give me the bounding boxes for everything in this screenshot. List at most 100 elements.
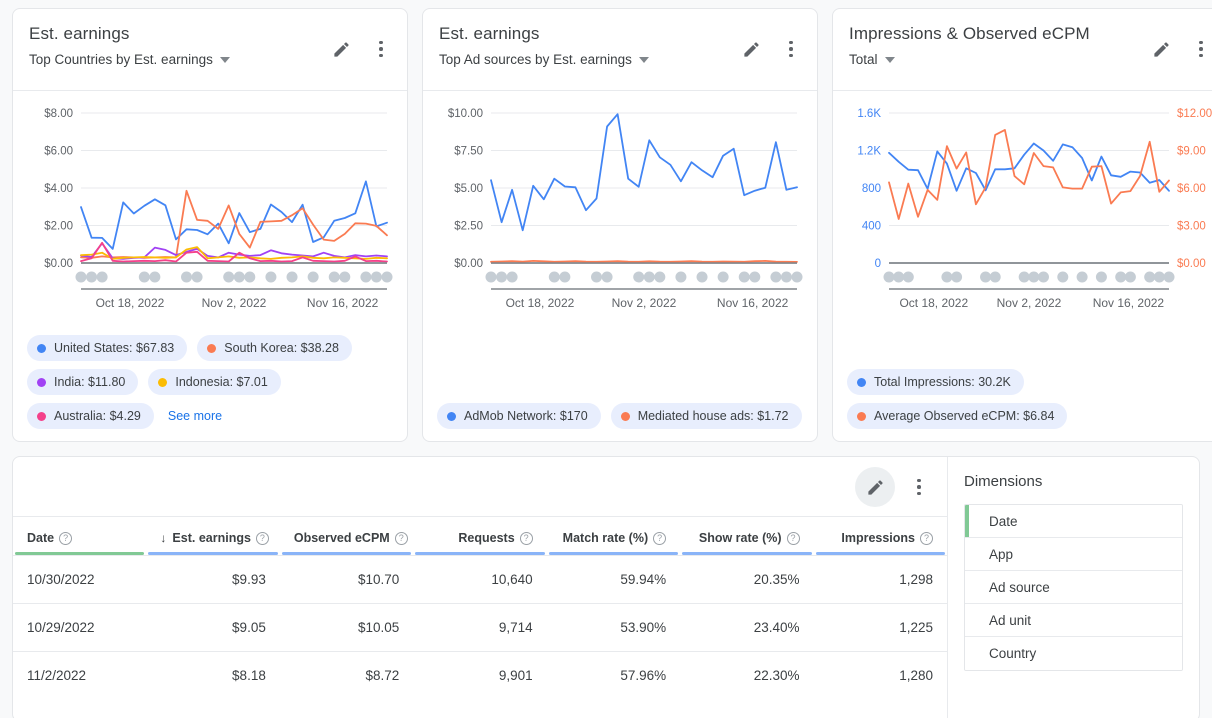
table-cell: $9.93 [146,556,279,604]
x-axis-tick-label: Nov 2, 2022 [997,296,1062,310]
card-menu-button[interactable] [777,35,805,63]
y-axis-tick-label: $6.00 [44,146,73,158]
legend-chip[interactable]: United States: $67.83 [27,335,187,361]
dimension-item-date[interactable]: Date [965,505,1182,538]
help-icon[interactable]: ? [920,532,933,545]
dimension-item-app[interactable]: App [965,538,1182,571]
date-marker-dot [749,272,760,283]
card-menu-button[interactable] [367,35,395,63]
card-dimension-selector[interactable]: Total [849,52,895,67]
column-accent-bar [816,552,945,555]
chart-area: $0.00$2.00$4.00$6.00$8.00Oct 18, 2022Nov… [13,91,407,331]
card-dimension-selector[interactable]: Top Ad sources by Est. earnings [439,52,649,67]
table-column-header[interactable]: ↓Est. earnings? [146,517,279,556]
help-icon[interactable]: ? [256,532,269,545]
legend-chip[interactable]: Total Impressions: 30.2K [847,369,1024,395]
table-column-header[interactable]: Date? [13,517,146,556]
date-marker-dot [654,272,665,283]
date-marker-dot [1164,272,1175,283]
column-label: Impressions [841,531,915,545]
table-menu-button[interactable] [905,473,933,501]
legend-chip[interactable]: AdMob Network: $170 [437,403,601,429]
date-marker-dot [1115,272,1126,283]
date-marker-dot [591,272,602,283]
column-label: Est. earnings [172,531,251,545]
card-edit-button[interactable] [737,35,765,63]
x-axis-tick-label: Nov 16, 2022 [1093,296,1165,310]
table-cell: 9,714 [413,604,546,652]
more-vert-icon [1199,41,1203,58]
legend-label: Total Impressions: 30.2K [874,375,1011,389]
date-marker-dot [781,272,792,283]
card-edit-button[interactable] [1147,35,1175,63]
date-marker-dot [234,272,245,283]
legend-chip[interactable]: India: $11.80 [27,369,138,395]
y-axis-tick-label: $8.00 [44,108,73,120]
date-marker-dot [149,272,160,283]
x-axis-tick-label: Oct 18, 2022 [506,296,575,310]
date-marker-dot [1057,272,1068,283]
dimension-item-ad-unit[interactable]: Ad unit [965,604,1182,637]
legend-swatch [37,412,46,421]
date-marker-dot [549,272,560,283]
y2-axis-tick-label: $9.00 [1177,146,1206,158]
table-column-header[interactable]: Observed eCPM? [280,517,413,556]
legend-chip[interactable]: Indonesia: $7.01 [148,369,280,395]
legend-swatch [621,412,630,421]
dimension-item-ad-source[interactable]: Ad source [965,571,1182,604]
legend-chip[interactable]: Australia: $4.29 [27,403,154,429]
card-subtitle: Top Ad sources by Est. earnings [439,52,632,67]
card-menu-button[interactable] [1187,35,1212,63]
help-icon[interactable]: ? [787,532,800,545]
legend-chip[interactable]: South Korea: $38.28 [197,335,352,361]
legend-label: Australia: $4.29 [54,409,141,423]
x-axis-tick-label: Oct 18, 2022 [899,296,968,310]
chevron-down-icon [639,57,649,63]
table-column-header[interactable]: Match rate (%)? [547,517,680,556]
legend-swatch [158,378,167,387]
dimensions-title: Dimensions [964,473,1183,490]
table-column-header[interactable]: Requests? [413,517,546,556]
dimension-label: Ad source [989,580,1050,595]
legend-chip[interactable]: Average Observed eCPM: $6.84 [847,403,1067,429]
see-more-link[interactable]: See more [164,409,222,423]
card-edit-button[interactable] [327,35,355,63]
help-icon[interactable]: ? [653,532,666,545]
legend-swatch [37,378,46,387]
column-label: Date [27,531,54,545]
dimension-item-country[interactable]: Country [965,637,1182,670]
more-vert-icon [379,41,383,58]
card-header: Est. earningsTop Ad sources by Est. earn… [423,9,817,91]
table-cell: $10.70 [280,556,413,604]
table-row[interactable]: 10/30/2022$9.93$10.7010,64059.94%20.35%1… [13,556,947,604]
help-icon[interactable]: ? [395,532,408,545]
date-marker-dot [360,272,371,283]
column-accent-bar [15,552,144,555]
y-axis-tick-label: 0 [875,258,881,270]
y2-axis-tick-label: $3.00 [1177,221,1206,233]
table-edit-button[interactable] [855,467,895,507]
table-row[interactable]: 11/2/2022$8.18$8.729,90157.96%22.30%1,28… [13,652,947,700]
date-marker-dot [792,272,803,283]
pencil-icon [742,40,761,59]
table-row[interactable]: 10/29/2022$9.05$10.059,71453.90%23.40%1,… [13,604,947,652]
card-dimension-selector[interactable]: Top Countries by Est. earnings [29,52,230,67]
date-marker-dot [1038,272,1049,283]
date-marker-dot [1077,272,1088,283]
dimension-label: Country [989,646,1036,661]
legend-chip[interactable]: Mediated house ads: $1.72 [611,403,802,429]
table-column-header[interactable]: Impressions? [814,517,947,556]
pencil-icon [332,40,351,59]
table-column-header[interactable]: Show rate (%)? [680,517,813,556]
dimension-label: Date [989,514,1018,529]
date-marker-dot [244,272,255,283]
date-marker-dot [718,272,729,283]
column-accent-bar [682,552,811,555]
chart-card: Est. earningsTop Ad sources by Est. earn… [422,8,818,442]
date-marker-dot [371,272,382,283]
y-axis-tick-label: 1.6K [857,108,881,120]
table-cell: 59.94% [547,556,680,604]
help-icon[interactable]: ? [520,532,533,545]
help-icon[interactable]: ? [59,532,72,545]
table-cell: 10/29/2022 [13,604,146,652]
